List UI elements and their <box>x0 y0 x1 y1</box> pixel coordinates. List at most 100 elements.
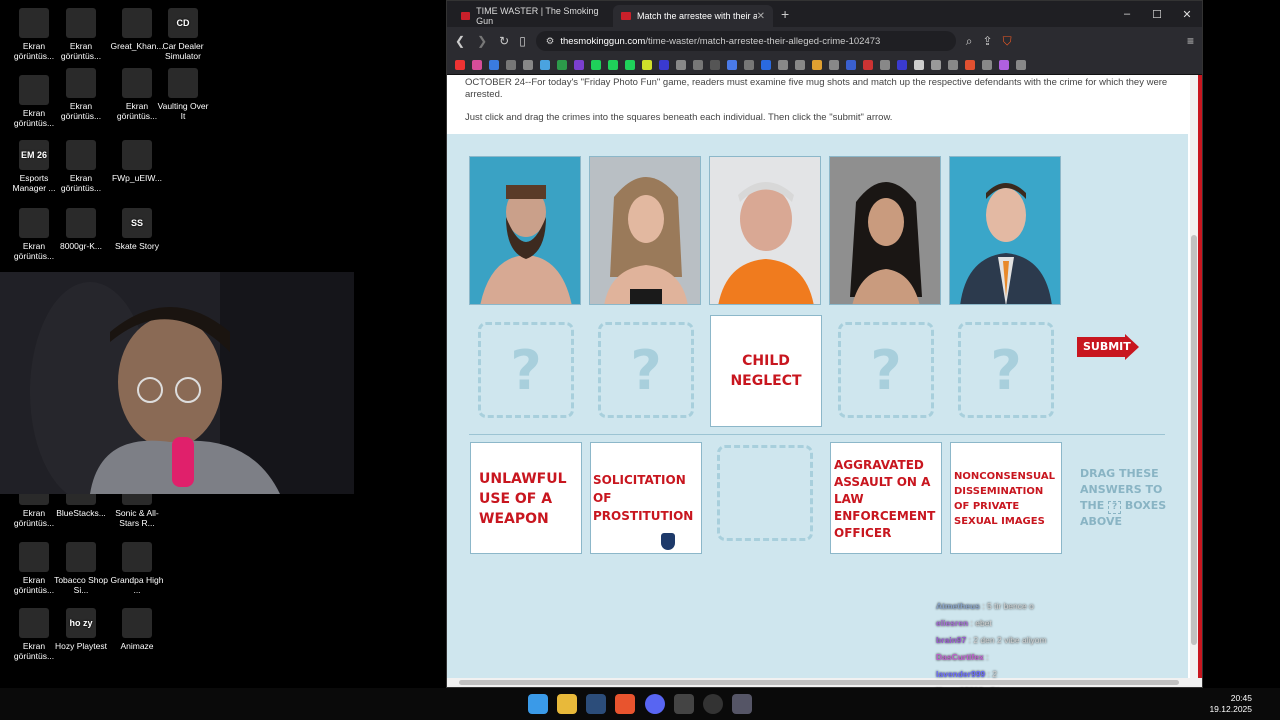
share-icon[interactable]: ⇪ <box>983 34 993 48</box>
tab-bar: TIME WASTER | The Smoking Gun Match the … <box>447 1 1202 27</box>
submit-button[interactable]: SUBMIT <box>1077 334 1139 360</box>
answer-card[interactable]: AGGRAVATED ASSAULT ON A LAW ENFORCEMENT … <box>830 442 942 554</box>
taskbar: 20:45 19.12.2025 <box>0 688 1280 720</box>
close-tab-icon[interactable]: ✕ <box>757 11 765 22</box>
maximize-button[interactable]: ☐ <box>1142 8 1172 21</box>
desktop-icon[interactable]: Ekran görüntüs... <box>53 68 109 121</box>
drop-slot-5[interactable]: ? <box>958 322 1054 418</box>
scroll-thumb[interactable] <box>1191 235 1197 645</box>
bookmark-icon[interactable] <box>523 59 533 70</box>
desktop-icon[interactable]: Animaze <box>109 608 165 651</box>
bookmark-icon[interactable] <box>472 59 482 70</box>
bookmark-icon[interactable] <box>608 59 618 70</box>
desktop-icon[interactable]: SS Skate Story <box>109 208 165 251</box>
bookmark-icon[interactable] <box>863 59 873 70</box>
forward-icon[interactable]: ❯ <box>477 34 487 48</box>
app-icon[interactable] <box>674 694 694 714</box>
bookmark-icon[interactable] <box>1016 59 1026 70</box>
mugshot-4 <box>829 156 941 305</box>
smoking-gun-favicon-icon <box>621 12 631 20</box>
steam-icon[interactable] <box>586 694 606 714</box>
answer-card-placed[interactable]: CHILD NEGLECT <box>710 315 822 427</box>
drop-slot-4[interactable]: ? <box>838 322 934 418</box>
app-icon[interactable] <box>732 694 752 714</box>
minimize-button[interactable]: – <box>1112 8 1142 21</box>
bookmark-icon[interactable] <box>591 59 601 70</box>
bookmark-icon[interactable] <box>778 59 788 70</box>
zoom-icon[interactable]: ⌕ <box>966 34 973 49</box>
app-icon <box>66 208 96 238</box>
bookmark-icon[interactable] <box>999 59 1009 70</box>
bookmark-icon[interactable] <box>574 59 584 70</box>
system-clock[interactable]: 20:45 19.12.2025 <box>1209 693 1252 715</box>
bookmark-icon[interactable] <box>489 59 499 70</box>
bookmark-icon[interactable] <box>744 59 754 70</box>
bookmark-icon[interactable] <box>727 59 737 70</box>
bookmark-icon[interactable] <box>540 59 550 70</box>
chat-username: brain97 <box>936 635 967 645</box>
bookmark-icon[interactable] <box>710 59 720 70</box>
brave-shield-icon[interactable]: ⛉ <box>1003 34 1012 49</box>
obs-icon[interactable] <box>703 694 723 714</box>
tab-match-arrestee[interactable]: Match the arrestee with their alle... ✕ <box>613 5 773 27</box>
drop-slot-2[interactable]: ? <box>598 322 694 418</box>
answer-card[interactable]: SOLICITATION OF PROSTITUTION <box>590 442 702 554</box>
bookmark-icon[interactable] <box>642 59 652 70</box>
desktop-icon[interactable]: Tobacco Shop Si... <box>53 542 109 595</box>
vertical-scrollbar[interactable] <box>1190 75 1198 680</box>
answer-card[interactable]: UNLAWFUL USE OF A WEAPON <box>470 442 582 554</box>
bookmark-icon[interactable] <box>557 59 567 70</box>
desktop-icon[interactable]: Ekran görüntüs... <box>53 8 109 61</box>
bookmark-icon[interactable] <box>693 59 703 70</box>
address-bar[interactable]: ⚙ thesmokinggun.com /time-waster/match-a… <box>535 31 956 51</box>
mugshot-2 <box>589 156 701 305</box>
bookmark-icon[interactable] <box>897 59 907 70</box>
new-tab-button[interactable]: + <box>781 6 789 22</box>
desktop-icon[interactable]: 8000gr-K... <box>53 208 109 251</box>
menu-icon[interactable]: ≡ <box>1187 34 1194 48</box>
bookmark-icon[interactable] <box>880 59 890 70</box>
app-icon: SS <box>122 208 152 238</box>
tab-label: Match the arrestee with their alle... <box>636 11 757 21</box>
back-icon[interactable]: ❮ <box>455 34 465 48</box>
bookmark-icon[interactable] <box>948 59 958 70</box>
site-info-icon[interactable]: ⚙ <box>546 36 555 47</box>
desktop-icon[interactable]: Grandpa High ... <box>109 542 165 595</box>
bookmark-icon[interactable] <box>659 59 669 70</box>
desktop-icon-label: Sonic & All-Stars R... <box>115 508 159 528</box>
bookmark-icon[interactable] <box>846 59 856 70</box>
bookmark-icon[interactable] <box>676 59 686 70</box>
bookmark-icon[interactable]: ▯ <box>519 34 526 48</box>
desktop-icon[interactable]: ho zy Hozy Playtest <box>53 608 109 651</box>
bookmark-icon[interactable] <box>795 59 805 70</box>
desktop-icon[interactable]: CD Car Dealer Simulator <box>155 8 211 61</box>
instructions-paragraph: Just click and drag the crimes into the … <box>465 112 893 123</box>
bookmark-icon[interactable] <box>761 59 771 70</box>
drop-slot-1[interactable]: ? <box>478 322 574 418</box>
bookmark-icon[interactable] <box>625 59 635 70</box>
app-icon <box>122 68 152 98</box>
brave-icon[interactable] <box>615 694 635 714</box>
bookmark-icon[interactable] <box>506 59 516 70</box>
start-icon[interactable] <box>528 694 548 714</box>
close-window-button[interactable]: ✕ <box>1172 8 1202 21</box>
app-icon <box>66 140 96 170</box>
file-explorer-icon[interactable] <box>557 694 577 714</box>
desktop-icon[interactable]: FWp_uEIW... <box>109 140 165 183</box>
reload-icon[interactable]: ↻ <box>499 34 509 48</box>
bookmark-icon[interactable] <box>931 59 941 70</box>
discord-icon[interactable] <box>645 694 665 714</box>
desktop-icon-label: Vaulting Over It <box>157 101 209 121</box>
answer-card[interactable]: NONCONSENSUAL DISSEMINATION OF PRIVATE S… <box>950 442 1062 554</box>
bookmark-icon[interactable] <box>455 59 465 70</box>
bookmark-icon[interactable] <box>982 59 992 70</box>
app-icon <box>122 542 152 572</box>
bookmark-icon[interactable] <box>812 59 822 70</box>
bookmark-icon[interactable] <box>829 59 839 70</box>
empty-answer-slot[interactable] <box>717 445 813 541</box>
bookmark-icon[interactable] <box>965 59 975 70</box>
desktop-icon[interactable]: Ekran görüntüs... <box>53 140 109 193</box>
desktop-icon[interactable]: Vaulting Over It <box>155 68 211 121</box>
tab-time-waster[interactable]: TIME WASTER | The Smoking Gun <box>453 5 613 27</box>
bookmark-icon[interactable] <box>914 59 924 70</box>
